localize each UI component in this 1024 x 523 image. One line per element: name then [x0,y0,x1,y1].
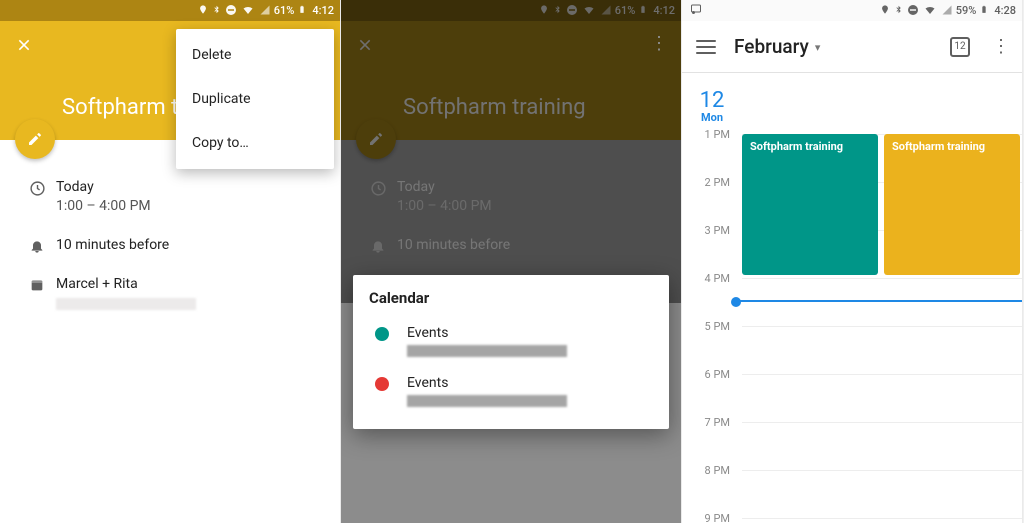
hour-label: 7 PM [692,416,730,429]
grid-line [742,278,1022,279]
hour-label: 5 PM [692,320,730,333]
hour-label: 1 PM [692,128,730,141]
month-label: February [734,35,809,58]
calendar-option-label: Events [407,375,567,391]
calendar-option[interactable]: Events [369,317,653,367]
today-button[interactable]: 12 [950,37,970,57]
screen-day-view: 59% 4:28 February ▾ 12 ⋮ 12 Mon 1 PM2 PM… [682,0,1023,523]
battery-text: 59% [956,4,977,17]
hour-label: 2 PM [692,176,730,189]
day-label[interactable]: 12 Mon [692,88,732,124]
caret-down-icon: ▾ [815,41,821,54]
redacted-account [407,345,567,357]
row-calendar: Marcel + Rita [0,265,340,320]
clock-icon [18,178,56,197]
color-dot-icon [375,327,389,341]
menu-duplicate[interactable]: Duplicate [176,77,334,121]
calendar-option[interactable]: Events [369,367,653,417]
hour-label: 3 PM [692,224,730,237]
redacted-account [407,395,567,407]
edit-fab[interactable] [15,119,55,159]
grid-line [742,470,1022,471]
cell-icon [941,4,953,18]
battery-icon [298,3,306,18]
battery-text: 61% [274,4,295,17]
cast-icon [690,3,702,18]
bluetooth-icon [894,3,903,19]
menu-button[interactable] [692,33,720,61]
clock-text: 4:12 [312,4,334,17]
hour-label: 8 PM [692,464,730,477]
hour-label: 4 PM [692,272,730,285]
grid-line [742,326,1022,327]
status-bar: 61% 4:12 [0,0,340,21]
row-reminder: 10 minutes before [0,226,340,265]
dnd-icon [225,4,237,18]
close-button[interactable] [8,29,40,61]
month-picker[interactable]: February ▾ [734,35,820,58]
location-icon [880,3,890,18]
screen-copy-to-dialog: 61% 4:12 ⋮ Softpharm training Today 1:00… [341,0,682,523]
now-dot-icon [731,297,741,307]
time-range: 1:00 – 4:00 PM [56,197,324,216]
calendar-event[interactable]: Softpharm training [884,134,1020,275]
dialog-title: Calendar [369,289,653,307]
now-indicator [739,300,1022,302]
location-icon [198,3,208,18]
grid-line [742,374,1022,375]
screen-event-with-menu: 61% 4:12 Softpharm tra Today 1:00 – 4:00… [0,0,341,523]
hour-label: 9 PM [692,512,730,523]
grid-line [742,422,1022,423]
overflow-menu: Delete Duplicate Copy to… [176,29,334,169]
calendar-picker-dialog: Calendar Events Events [353,275,669,429]
clock-text: 4:28 [994,4,1016,17]
grid-line [742,518,1022,519]
menu-delete[interactable]: Delete [176,33,334,77]
color-dot-icon [375,377,389,391]
reminder-text: 10 minutes before [56,236,324,255]
bluetooth-icon [212,3,221,19]
calendar-option-label: Events [407,325,567,341]
spotify-icon [8,4,21,17]
dnd-icon [907,4,919,18]
app-bar: February ▾ 12 ⋮ [682,21,1022,73]
calendar-name: Marcel + Rita [56,275,324,294]
day-number: 12 [692,88,732,113]
calendar-icon [18,275,56,293]
menu-copy-to[interactable]: Copy to… [176,121,334,165]
wifi-icon [241,4,255,18]
date-label: Today [56,178,324,197]
cell-icon [259,4,271,18]
battery-icon [980,3,988,18]
bell-icon [18,236,56,254]
hour-label: 6 PM [692,368,730,381]
row-time: Today 1:00 – 4:00 PM [0,168,340,226]
modal-scrim[interactable] [341,0,681,523]
wifi-icon [923,4,937,18]
redacted-account [56,298,196,310]
overflow-button[interactable]: ⋮ [986,36,1016,57]
calendar-event[interactable]: Softpharm training [742,134,878,275]
status-bar: 59% 4:28 [682,0,1022,21]
hour-grid[interactable]: 1 PM2 PM3 PM4 PM5 PM6 PM7 PM8 PM9 PM Sof… [742,120,1022,523]
